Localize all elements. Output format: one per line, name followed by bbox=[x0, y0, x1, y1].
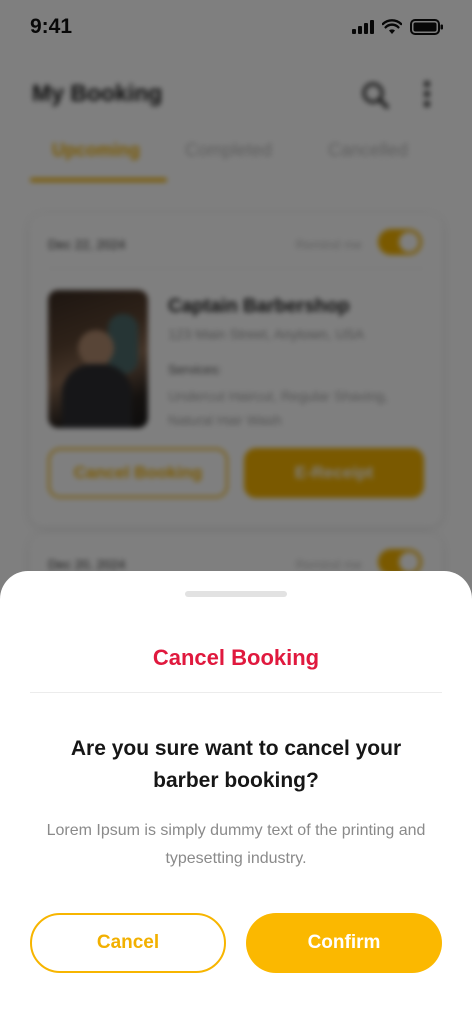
confirmation-question: Are you sure want to cancel your barber … bbox=[70, 737, 402, 792]
sheet-divider bbox=[30, 692, 442, 693]
cancel-button[interactable]: Cancel bbox=[30, 913, 226, 973]
sheet-title: Cancel Booking bbox=[152, 645, 320, 670]
cancel-booking-sheet: Cancel Booking Are you sure want to canc… bbox=[0, 571, 472, 1024]
confirm-button[interactable]: Confirm bbox=[246, 913, 442, 973]
confirmation-description: Lorem Ipsum is simply dummy text of the … bbox=[46, 822, 426, 867]
sheet-drag-handle[interactable] bbox=[185, 591, 287, 597]
